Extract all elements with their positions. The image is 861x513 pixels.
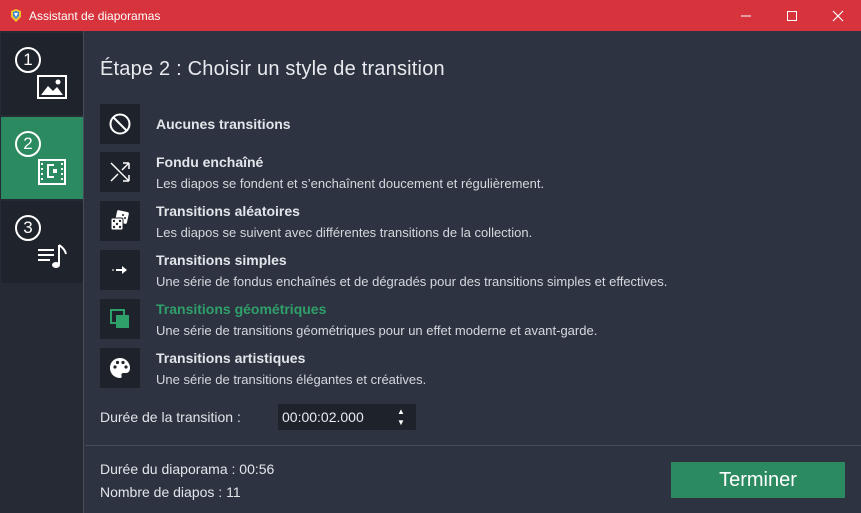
- step-number: 2: [15, 131, 41, 157]
- maximize-icon: [787, 10, 797, 21]
- step-number: 1: [15, 47, 41, 73]
- option-no-transitions[interactable]: Aucunes transitions: [100, 104, 820, 146]
- title-bar: Assistant de diaporamas: [0, 0, 861, 31]
- minimize-button[interactable]: [723, 0, 769, 31]
- option-title: Transitions aléatoires: [156, 203, 300, 219]
- arrow-right-icon: [100, 250, 140, 290]
- option-description: Les diapos se suivent avec différentes t…: [156, 225, 533, 240]
- option-description: Une série de transitions élégantes et cr…: [156, 372, 427, 387]
- option-random-transitions[interactable]: Transitions aléatoires Les diapos se sui…: [100, 201, 820, 243]
- no-symbol-icon: [100, 104, 140, 144]
- slide-count: Nombre de diapos : 11: [100, 484, 241, 500]
- footer-divider: [85, 445, 861, 446]
- option-description: Une série de fondus enchaînés et de dégr…: [156, 274, 668, 289]
- transition-duration-row: Durée de la transition : 00:00:02.000 ▲ …: [100, 404, 416, 430]
- step-1-button[interactable]: 1: [1, 33, 83, 115]
- option-simple-transitions[interactable]: Transitions simples Une série de fondus …: [100, 250, 820, 292]
- option-title: Transitions artistiques: [156, 350, 306, 366]
- step-3-button[interactable]: 3: [1, 201, 83, 283]
- image-icon: [37, 75, 67, 104]
- step-number: 3: [15, 215, 41, 241]
- maximize-button[interactable]: [769, 0, 815, 31]
- minimize-icon: [741, 15, 751, 16]
- film-transition-icon: [37, 159, 67, 190]
- duration-spinner[interactable]: ▲ ▼: [386, 404, 416, 430]
- close-button[interactable]: [815, 0, 861, 31]
- steps-sidebar: 1 2 3: [0, 31, 84, 513]
- squares-icon: [100, 299, 140, 339]
- transition-duration-value[interactable]: 00:00:02.000: [278, 409, 386, 425]
- option-title: Fondu enchaîné: [156, 154, 264, 170]
- finish-button[interactable]: Terminer: [671, 462, 845, 498]
- transition-duration-field[interactable]: 00:00:02.000 ▲ ▼: [278, 404, 416, 430]
- option-title: Aucunes transitions: [156, 116, 291, 132]
- transition-duration-label: Durée de la transition :: [100, 409, 241, 425]
- option-artistic-transitions[interactable]: Transitions artistiques Une série de tra…: [100, 348, 820, 390]
- spin-down-icon[interactable]: ▼: [397, 417, 405, 428]
- option-description: Une série de transitions géométriques po…: [156, 323, 598, 338]
- option-description: Les diapos se fondent et s’enchaînent do…: [156, 176, 545, 191]
- palette-icon: [100, 348, 140, 388]
- app-logo-icon: [9, 8, 23, 23]
- option-title: Transitions géométriques: [156, 301, 327, 317]
- option-title: Transitions simples: [156, 252, 287, 268]
- window-title: Assistant de diaporamas: [29, 8, 161, 23]
- option-crossfade[interactable]: Fondu enchaîné Les diapos se fondent et …: [100, 152, 820, 194]
- option-geometric-transitions[interactable]: Transitions géométriques Une série de tr…: [100, 299, 820, 341]
- slideshow-duration: Durée du diaporama : 00:56: [100, 461, 275, 477]
- dice-icon: [100, 201, 140, 241]
- spin-up-icon[interactable]: ▲: [397, 406, 405, 417]
- crossfade-icon: [100, 152, 140, 192]
- close-icon: [832, 10, 844, 21]
- music-playlist-icon: [37, 243, 69, 276]
- step-2-button[interactable]: 2: [1, 117, 83, 199]
- page-title: Étape 2 : Choisir un style de transition: [100, 58, 445, 80]
